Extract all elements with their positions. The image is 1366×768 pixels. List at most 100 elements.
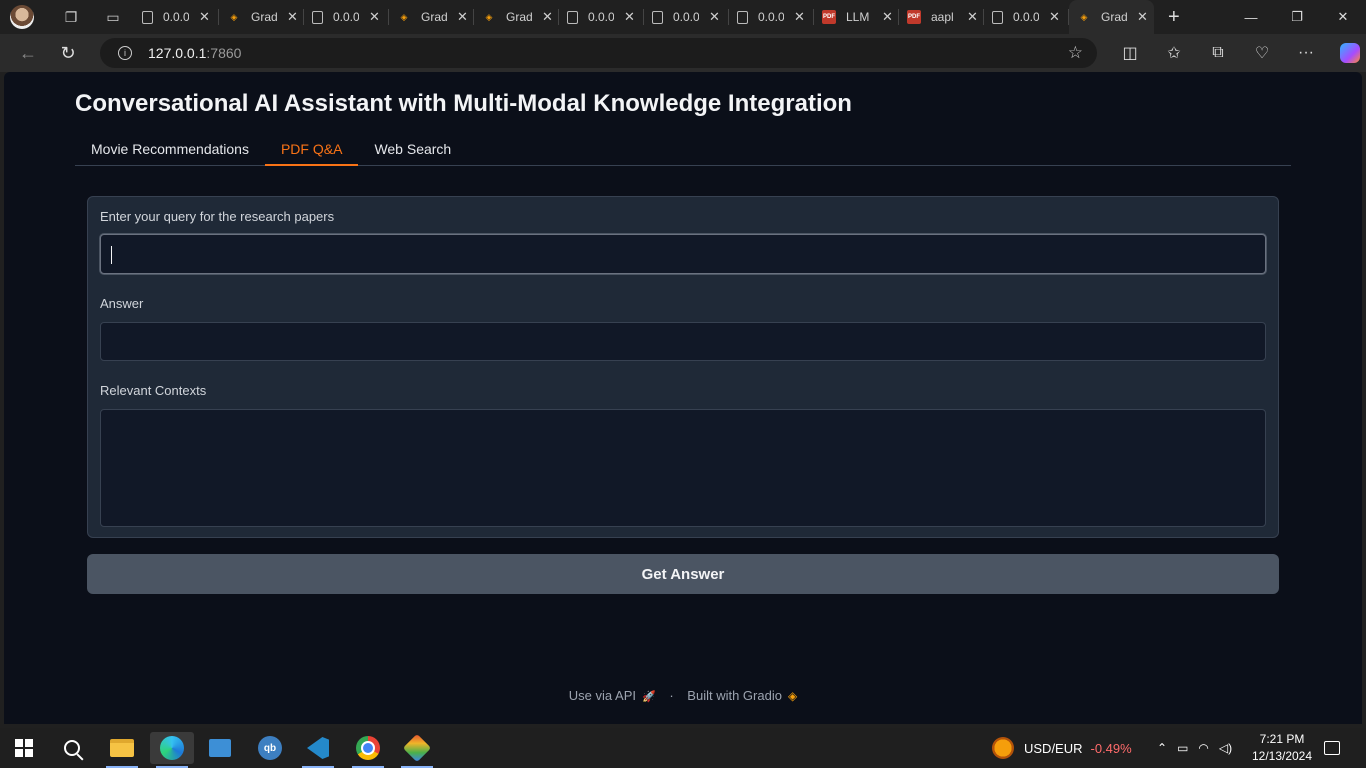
close-tab-icon[interactable]: ✕ (457, 9, 468, 25)
tab-movie-recommendations[interactable]: Movie Recommendations (75, 136, 265, 166)
gradio-icon: ◈ (230, 11, 238, 22)
use-via-api-link[interactable]: Use via API (569, 688, 636, 703)
doc-icon (992, 10, 1003, 24)
vscode-icon (307, 737, 329, 759)
contexts-output[interactable] (100, 409, 1266, 527)
doc-icon (737, 10, 748, 24)
minimize-icon[interactable]: — (1228, 0, 1274, 34)
browser-toolbar: ◫ ✩ ⧉ ♡ ··· (1108, 34, 1360, 72)
address-bar-row: ← ↻ i 127.0.0.1:7860 ☆ ◫ ✩ ⧉ ♡ ··· (0, 34, 1366, 72)
edge-button[interactable] (150, 732, 194, 768)
close-tab-icon[interactable]: ✕ (369, 9, 380, 25)
rocket-icon: 🚀 (642, 691, 656, 703)
vscode-button[interactable] (296, 732, 340, 768)
file-explorer-button[interactable] (100, 732, 144, 768)
close-tab-icon[interactable]: ✕ (542, 9, 553, 25)
start-button[interactable] (2, 732, 46, 764)
browser-tab[interactable]: ◈ Gradio ✕ (474, 0, 559, 34)
browser-tab[interactable]: PDF aapl ✕ (899, 0, 984, 34)
browser-tab[interactable]: 0.0.0.0:7860 ✕ (729, 0, 814, 34)
tab-pdf-qa[interactable]: PDF Q&A (264, 136, 359, 166)
close-tab-icon[interactable]: ✕ (287, 9, 298, 25)
get-answer-button[interactable]: Get Answer (87, 554, 1279, 594)
doc-icon (312, 10, 323, 24)
wifi-icon[interactable]: ◠ (1198, 741, 1208, 755)
close-tab-icon[interactable]: ✕ (794, 9, 805, 25)
pdf-icon: PDF (822, 10, 836, 24)
new-tab-icon[interactable]: + (1168, 6, 1180, 29)
close-tab-icon[interactable]: ✕ (1049, 9, 1060, 25)
close-tab-icon[interactable]: ✕ (709, 9, 720, 25)
qbittorrent-button[interactable]: qb (248, 732, 292, 764)
workspaces-icon[interactable]: ❐ (61, 7, 81, 27)
browser-tab-title: 0.0.0.0:7860 (758, 10, 784, 24)
browser-tab[interactable]: 0.0.0.0:7860 ✕ (559, 0, 644, 34)
notifications-button[interactable] (1324, 728, 1340, 768)
gradio-icon: ◈ (485, 11, 493, 22)
windows-taskbar: qb USD/EUR -0.49% ⌃ ▭ ◠ ◁) 7:21 PM 12/13… (0, 728, 1366, 768)
qbittorrent-icon: qb (258, 736, 282, 760)
tab-web-search[interactable]: Web Search (358, 136, 467, 166)
copilot-icon[interactable] (1340, 43, 1360, 63)
info-icon[interactable]: i (118, 46, 132, 60)
browser-tab-title: 0.0.0.0:7860 (673, 10, 699, 24)
browser-tab[interactable]: 0.0.0.0:7860 ✕ (644, 0, 729, 34)
gradio-icon: ◈ (400, 11, 408, 22)
clock[interactable]: 7:21 PM 12/13/2024 (1250, 728, 1314, 768)
footer-separator: · (669, 688, 674, 703)
window-controls: — ❐ ✕ (1228, 0, 1366, 34)
chrome-icon (356, 736, 380, 760)
tab-actions-icon[interactable]: ▭ (103, 7, 123, 27)
ticker-change: -0.49% (1090, 740, 1132, 756)
browser-tab[interactable]: 0.0.0.0:7860 ✕ (304, 0, 389, 34)
notification-icon (1324, 741, 1340, 755)
pdf-qa-panel: Enter your query for the research papers… (87, 196, 1279, 538)
volume-icon[interactable]: ◁) (1219, 741, 1232, 755)
browser-essentials-icon[interactable]: ♡ (1240, 43, 1284, 63)
close-tab-icon[interactable]: ✕ (882, 9, 893, 25)
git-button[interactable] (395, 732, 439, 768)
search-button[interactable] (50, 732, 94, 764)
chevron-up-icon[interactable]: ⌃ (1157, 741, 1167, 755)
collections-icon[interactable]: ⧉ (1196, 44, 1240, 62)
browser-tab-strip: ❐ ▭ 0.0.0.0:7860 ✕ ◈ Gradio ✕ 0.0.0.0:7860 ✕ ◈ G… (0, 0, 1366, 34)
close-tab-icon[interactable]: ✕ (624, 9, 635, 25)
split-screen-icon[interactable]: ◫ (1108, 43, 1152, 63)
battery-icon[interactable]: ▭ (1177, 741, 1188, 755)
browser-tab-title: 0.0.0.0:7860 (163, 10, 189, 24)
chrome-button[interactable] (346, 732, 390, 768)
answer-label: Answer (100, 296, 144, 311)
control-panel-button[interactable] (198, 732, 242, 764)
restore-icon[interactable]: ❐ (1274, 0, 1320, 34)
close-tab-icon[interactable]: ✕ (1137, 9, 1148, 25)
browser-tab[interactable]: ◈ Gradio ✕ (389, 0, 474, 34)
doc-icon (652, 10, 663, 24)
close-tab-icon[interactable]: ✕ (199, 9, 210, 25)
stock-widget[interactable]: USD/EUR -0.49% (992, 728, 1132, 768)
close-window-icon[interactable]: ✕ (1320, 0, 1366, 34)
back-icon[interactable]: ← (8, 43, 48, 64)
address-bar[interactable]: i 127.0.0.1:7860 ☆ (100, 38, 1097, 68)
edge-icon (160, 736, 184, 760)
browser-tab-title: LLM (846, 10, 870, 24)
browser-tab[interactable]: PDF LLM ✕ (814, 0, 899, 34)
footer: Use via API 🚀 · Built with Gradio ◈ (4, 688, 1362, 703)
more-options-icon[interactable]: ··· (1284, 44, 1328, 62)
browser-tab[interactable]: 0.0.0.0:7860 ✕ (984, 0, 1069, 34)
text-caret (111, 246, 112, 264)
refresh-icon[interactable]: ↻ (48, 43, 88, 64)
favorite-star-icon[interactable]: ☆ (1068, 43, 1083, 63)
built-with-gradio-link[interactable]: Built with Gradio (687, 688, 782, 703)
stock-chart-icon (992, 737, 1014, 759)
close-tab-icon[interactable]: ✕ (967, 9, 978, 25)
url-host: 127.0.0.1 (148, 45, 207, 61)
query-input[interactable] (100, 234, 1266, 274)
favorites-icon[interactable]: ✩ (1152, 43, 1196, 63)
browser-tab[interactable]: 0.0.0.0:7860 ✕ (134, 0, 219, 34)
browser-tab[interactable]: ◈ Gradio ✕ (1069, 0, 1154, 34)
profile-avatar[interactable] (10, 5, 34, 29)
browser-tabs: 0.0.0.0:7860 ✕ ◈ Gradio ✕ 0.0.0.0:7860 ✕ ◈ Gradi… (134, 0, 1154, 34)
browser-tab-title: 0.0.0.0:7860 (588, 10, 614, 24)
answer-output[interactable] (100, 322, 1266, 361)
browser-tab[interactable]: ◈ Gradio ✕ (219, 0, 304, 34)
